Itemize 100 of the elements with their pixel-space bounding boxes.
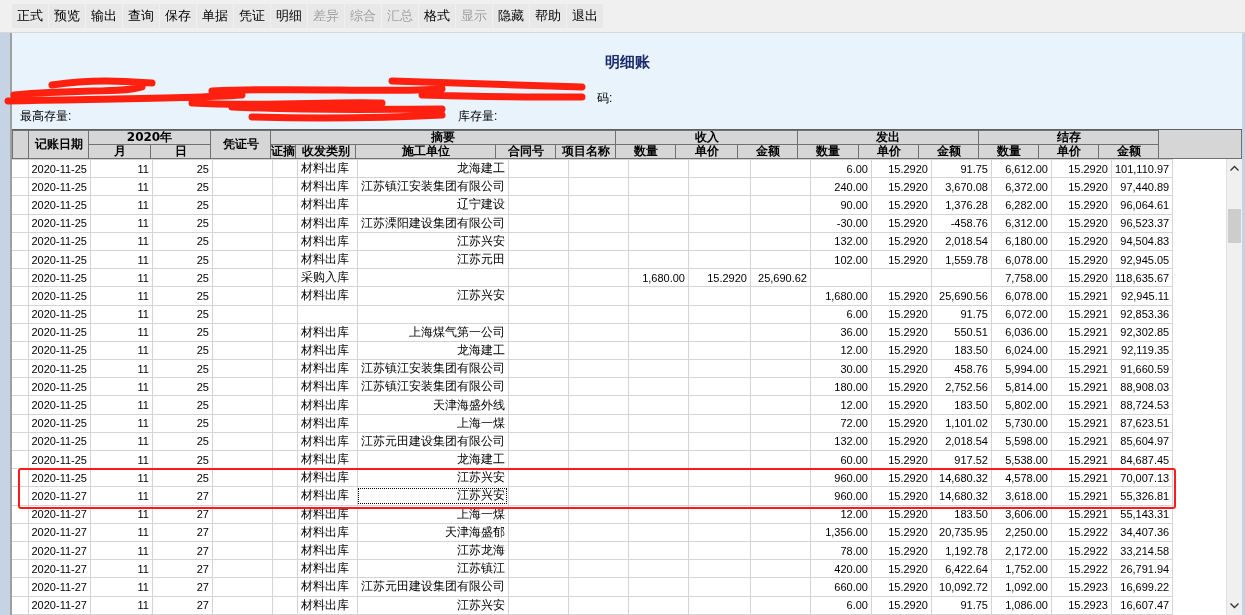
table-cell: 27 bbox=[152, 577, 213, 596]
table-cell: 2,752.56 bbox=[931, 377, 992, 396]
table-cell: 15.2920 bbox=[871, 214, 932, 233]
table-cell: 16,607.47 bbox=[1111, 596, 1173, 615]
table-cell: 97,440.89 bbox=[1111, 177, 1173, 196]
table-cell: 材料出库 bbox=[297, 214, 358, 233]
table-cell: 3,618.00 bbox=[991, 486, 1052, 506]
table-cell: 6.00 bbox=[810, 159, 872, 178]
toolbar-button[interactable]: 格式 bbox=[419, 4, 455, 28]
column-header: 发出 bbox=[797, 130, 979, 145]
table-cell: 960.00 bbox=[810, 486, 872, 506]
table-cell: 25 bbox=[152, 159, 213, 178]
table-cell: 15.2920 bbox=[1051, 195, 1112, 215]
table-cell: 660.00 bbox=[810, 577, 872, 596]
table-cell: 2,018.54 bbox=[931, 432, 992, 451]
table-cell: 2020-11-27 bbox=[28, 505, 91, 524]
table-cell: 材料出库 bbox=[297, 177, 358, 196]
toolbar-button[interactable]: 退出 bbox=[567, 4, 603, 28]
table-cell: 132.00 bbox=[810, 232, 872, 251]
toolbar-button[interactable]: 凭证 bbox=[234, 4, 270, 28]
table-cell: 15.2921 bbox=[1051, 395, 1112, 415]
toolbar-button[interactable]: 保存 bbox=[160, 4, 196, 28]
toolbar-button[interactable]: 单据 bbox=[197, 4, 233, 28]
table-cell: 15.2920 bbox=[871, 486, 932, 506]
field-label: 最高存量: bbox=[20, 107, 72, 125]
table-cell: 15.2920 bbox=[871, 596, 932, 615]
table-cell: 15.2921 bbox=[1051, 323, 1112, 342]
table-cell: 11 bbox=[90, 559, 153, 578]
table-cell: 1,192.78 bbox=[931, 541, 992, 560]
table-cell: 上海煤气第一公司 bbox=[357, 323, 509, 342]
table-cell: 15.2921 bbox=[1051, 305, 1112, 324]
table-cell: 183.50 bbox=[931, 395, 992, 415]
table-cell: 11 bbox=[90, 214, 153, 233]
table-cell: 江苏兴安 bbox=[357, 596, 509, 615]
table-cell: 材料出库 bbox=[297, 414, 358, 433]
table-cell: 江苏元田 bbox=[357, 250, 509, 269]
toolbar-button[interactable]: 正式 bbox=[12, 4, 48, 28]
table-cell: 2020-11-25 bbox=[28, 250, 91, 269]
table-cell: 102.00 bbox=[810, 250, 872, 269]
table-cell: 江苏兴安 bbox=[357, 486, 509, 506]
toolbar-button[interactable]: 输出 bbox=[86, 4, 122, 28]
table-cell: 15.2922 bbox=[1051, 523, 1112, 542]
table-cell: 240.00 bbox=[810, 177, 872, 196]
table-cell: 183.50 bbox=[931, 505, 992, 524]
table-cell: 材料出库 bbox=[297, 250, 358, 269]
table-cell: 25 bbox=[152, 177, 213, 196]
table-cell: 材料出库 bbox=[297, 359, 358, 378]
toolbar-button[interactable]: 明细 bbox=[271, 4, 307, 28]
table-cell: 材料出库 bbox=[297, 341, 358, 360]
table-cell: 15.2920 bbox=[871, 195, 932, 215]
table-cell: 2,172.00 bbox=[991, 541, 1052, 560]
scrollbar[interactable] bbox=[1226, 159, 1242, 615]
table-cell: 92,853.36 bbox=[1111, 305, 1173, 324]
table-cell: 上海一煤 bbox=[357, 505, 509, 524]
table-cell: 420.00 bbox=[810, 559, 872, 578]
table-cell: 2020-11-25 bbox=[28, 377, 91, 396]
table-cell: 25 bbox=[152, 341, 213, 360]
table-cell: 20,735.95 bbox=[931, 523, 992, 542]
table-cell: 27 bbox=[152, 486, 213, 506]
table-cell: 材料出库 bbox=[297, 286, 358, 305]
table-cell: 91.75 bbox=[931, 596, 992, 615]
table-cell: 11 bbox=[90, 395, 153, 415]
table-cell: 6.00 bbox=[810, 596, 872, 615]
table-cell: 11 bbox=[90, 523, 153, 542]
table-cell: 1,101.02 bbox=[931, 414, 992, 433]
table-cell: 15.2920 bbox=[871, 468, 932, 487]
table-cell: 15.2920 bbox=[871, 159, 932, 178]
table-cell: 6,612.00 bbox=[991, 159, 1052, 178]
table-cell: 25 bbox=[152, 305, 213, 324]
table-cell: 27 bbox=[152, 541, 213, 560]
scrollbar-thumb[interactable] bbox=[1228, 209, 1241, 243]
table-cell: 11 bbox=[90, 468, 153, 487]
table-cell: 7,758.00 bbox=[991, 268, 1052, 287]
table-cell: 25 bbox=[152, 432, 213, 451]
table-cell: 江苏镇江安装集团有限公司 bbox=[357, 359, 509, 378]
toolbar-button[interactable]: 隐藏 bbox=[493, 4, 529, 28]
table-cell: 5,802.00 bbox=[991, 395, 1052, 415]
table-cell: 龙海建工 bbox=[357, 341, 509, 360]
table-cell: 材料出库 bbox=[297, 377, 358, 396]
toolbar-button[interactable]: 帮助 bbox=[530, 4, 566, 28]
table-cell: 15.2921 bbox=[1051, 486, 1112, 506]
toolbar-button[interactable]: 查询 bbox=[123, 4, 159, 28]
table-cell: 2,250.00 bbox=[991, 523, 1052, 542]
table-cell: 10,092.72 bbox=[931, 577, 992, 596]
table-cell: 15.2920 bbox=[871, 523, 932, 542]
table-cell: 55,143.31 bbox=[1111, 505, 1173, 524]
table-cell: 5,598.00 bbox=[991, 432, 1052, 451]
table-cell: 1,086.00 bbox=[991, 596, 1052, 615]
table-cell: 15.2921 bbox=[1051, 377, 1112, 396]
table-cell: 15.2920 bbox=[871, 323, 932, 342]
table-cell: 14,680.32 bbox=[931, 468, 992, 487]
field-label: 库存量: bbox=[458, 107, 498, 125]
table-cell: 25 bbox=[152, 286, 213, 305]
toolbar-button[interactable]: 预览 bbox=[49, 4, 85, 28]
table-cell: 15.2920 bbox=[871, 177, 932, 196]
table-cell: 6,072.00 bbox=[991, 305, 1052, 324]
table-cell: 江苏元田建设集团有限公司 bbox=[357, 577, 509, 596]
table-cell: 6,312.00 bbox=[991, 214, 1052, 233]
table-cell: 2020-11-27 bbox=[28, 596, 91, 615]
table-cell: 85,604.97 bbox=[1111, 432, 1173, 451]
